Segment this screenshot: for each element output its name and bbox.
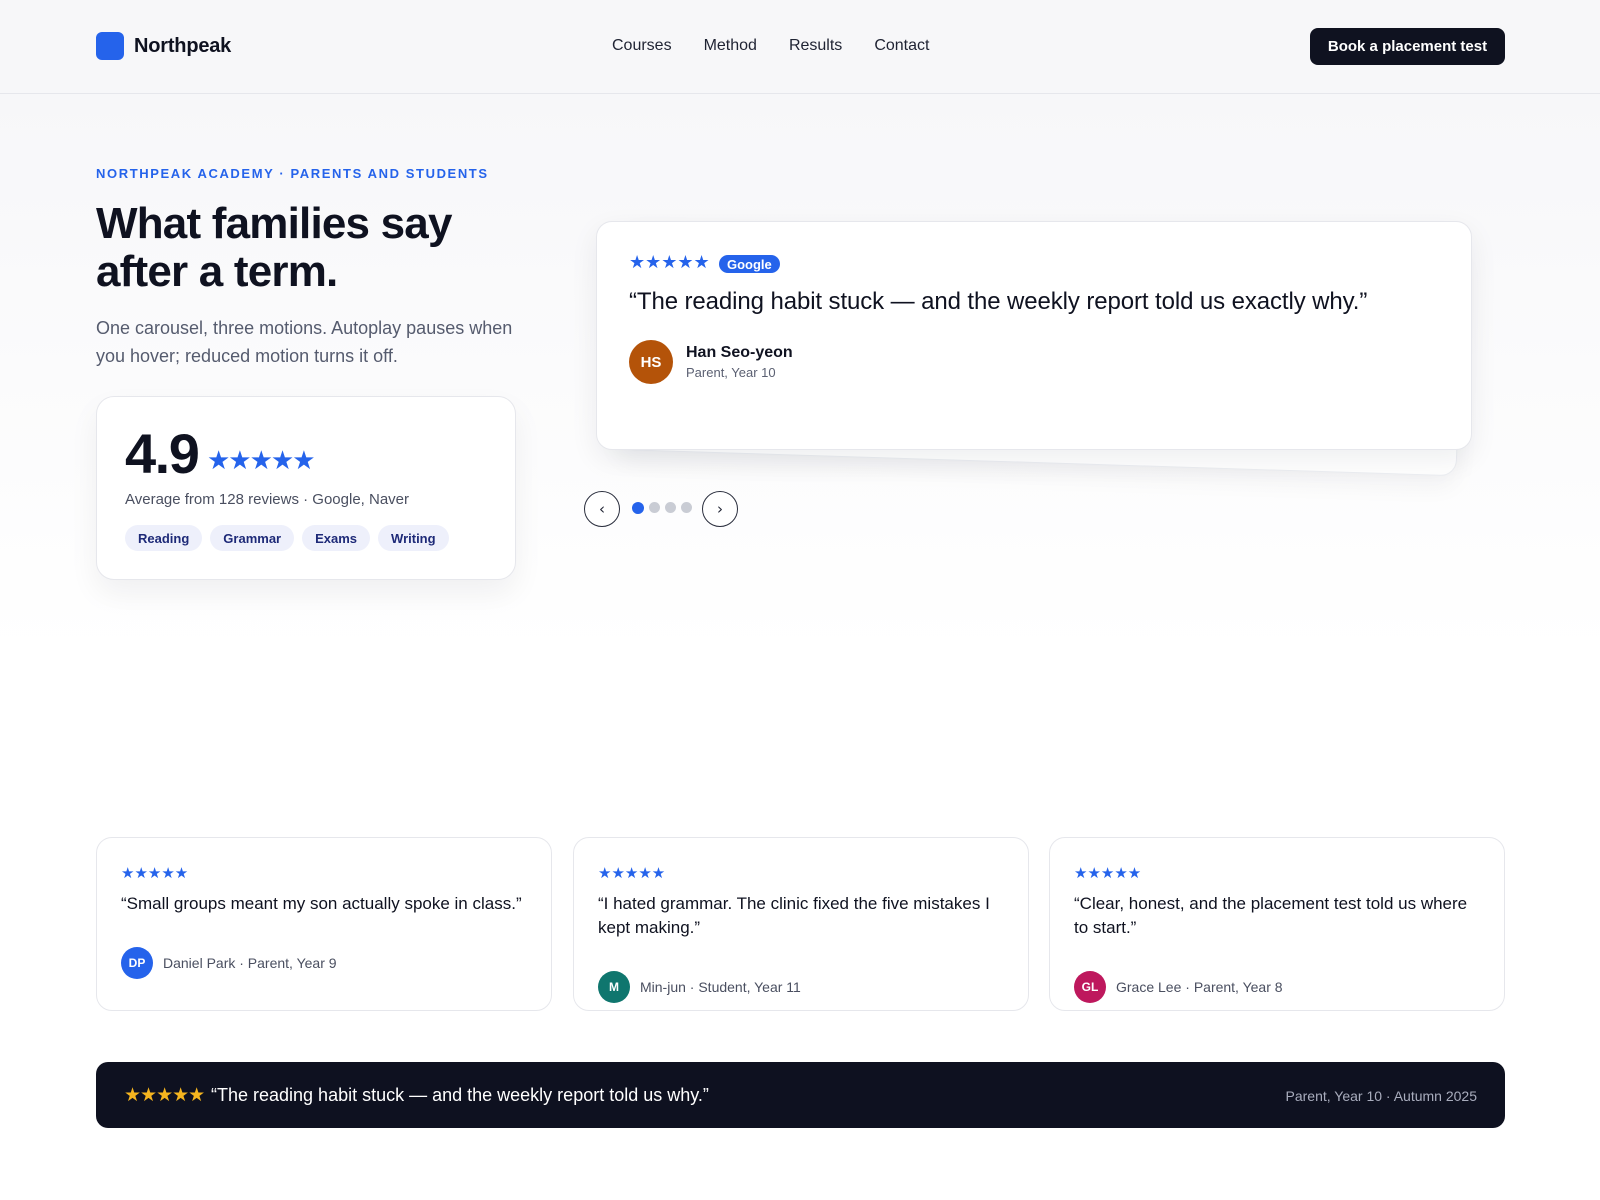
brand-logo-icon bbox=[96, 32, 124, 60]
carousel-dot-1[interactable] bbox=[632, 501, 644, 514]
tag-writing[interactable]: Writing bbox=[378, 525, 449, 551]
carousel-dot-2[interactable] bbox=[649, 502, 660, 513]
brand[interactable]: Northpeak bbox=[96, 32, 231, 60]
review-card: ★★★★★ “Clear, honest, and the placement … bbox=[1049, 837, 1505, 1011]
slide-author-role: Parent, Year 10 bbox=[686, 365, 776, 380]
nav-link-results[interactable]: Results bbox=[789, 37, 842, 55]
review-card: ★★★★★ “Small groups meant my son actuall… bbox=[96, 837, 552, 1011]
avatar: HS bbox=[629, 340, 673, 384]
nav-link-courses[interactable]: Courses bbox=[612, 37, 672, 55]
tag-reading[interactable]: Reading bbox=[125, 525, 203, 551]
carousel-slide: ★★★★★ Google “The reading habit stuck — … bbox=[596, 221, 1472, 450]
carousel-prev-button[interactable]: ‹ bbox=[584, 491, 620, 527]
carousel-dots bbox=[632, 501, 697, 514]
slide-stars-icon: ★★★★★ bbox=[629, 252, 710, 272]
review-quote: “Clear, honest, and the placement test t… bbox=[1074, 894, 1468, 937]
brand-name: Northpeak bbox=[134, 34, 232, 57]
avatar: DP bbox=[121, 947, 153, 979]
review-stars-icon: ★★★★★ bbox=[598, 865, 666, 882]
nav-link-method[interactable]: Method bbox=[704, 37, 757, 55]
nav-link-contact[interactable]: Contact bbox=[874, 37, 929, 55]
rating-summary-card: 4.9 ★★★★★ Average from 128 reviews · Goo… bbox=[96, 396, 516, 580]
review-quote: “I hated grammar. The clinic fixed the f… bbox=[598, 894, 990, 937]
review-source-badge: Google bbox=[719, 255, 780, 273]
review-ticker-banner: ★★★★★ “The reading habit stuck — and the… bbox=[96, 1062, 1505, 1128]
hero-eyebrow: NORTHPEAK ACADEMY · PARENTS AND STUDENTS bbox=[96, 166, 489, 181]
review-stars-icon: ★★★★★ bbox=[1074, 865, 1142, 882]
review-stars-icon: ★★★★★ bbox=[121, 865, 189, 882]
avatar: M bbox=[598, 971, 630, 1003]
review-author: Grace Lee · Parent, Year 8 bbox=[1116, 979, 1283, 995]
review-card: ★★★★★ “I hated grammar. The clinic fixed… bbox=[573, 837, 1029, 1011]
carousel-dot-3[interactable] bbox=[665, 502, 676, 513]
tag-exams[interactable]: Exams bbox=[302, 525, 371, 551]
ticker-quote: “The reading habit stuck — and the weekl… bbox=[211, 1085, 709, 1105]
main-nav: Courses Method Results Contact bbox=[612, 37, 961, 55]
hero-title: What families say after a term. bbox=[96, 199, 452, 296]
review-quote: “Small groups meant my son actually spok… bbox=[121, 894, 522, 913]
ticker-stars-icon: ★★★★★ bbox=[124, 1085, 205, 1106]
rating-stars-icon: ★★★★★ bbox=[207, 445, 316, 475]
review-author: Min-jun · Student, Year 11 bbox=[640, 979, 801, 995]
review-author: Daniel Park · Parent, Year 9 bbox=[163, 955, 337, 971]
slide-author-name: Han Seo-yeon bbox=[686, 344, 793, 361]
slide-quote: “The reading habit stuck — and the weekl… bbox=[629, 288, 1368, 315]
hero-subtitle: One carousel, three motions. Autoplay pa… bbox=[96, 318, 513, 366]
rating-score: 4.9 bbox=[125, 422, 200, 485]
topic-tags: Reading Grammar Exams Writing bbox=[125, 525, 457, 551]
tag-grammar[interactable]: Grammar bbox=[210, 525, 295, 551]
carousel-next-button[interactable]: › bbox=[702, 491, 738, 527]
carousel-dot-4[interactable] bbox=[681, 502, 692, 513]
avatar: GL bbox=[1074, 971, 1106, 1003]
book-placement-test-button[interactable]: Book a placement test bbox=[1310, 28, 1505, 65]
ticker-meta: Parent, Year 10 · Autumn 2025 bbox=[1285, 1088, 1477, 1104]
rating-caption: Average from 128 reviews · Google, Naver bbox=[125, 491, 410, 508]
site-header: Northpeak Courses Method Results Contact… bbox=[0, 0, 1600, 94]
